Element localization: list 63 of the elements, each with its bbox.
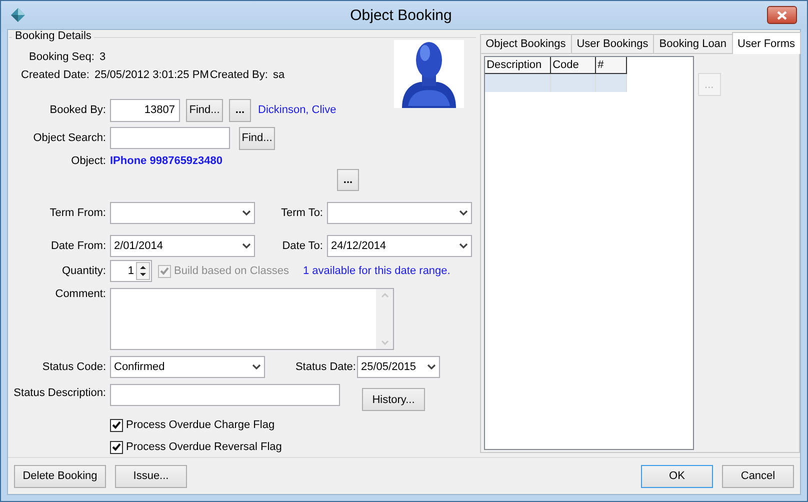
checkbox[interactable] (110, 440, 123, 454)
field-value: 25/05/2012 3:01:25 PM (94, 69, 209, 81)
delete-button[interactable]: Delete Booking (14, 464, 106, 488)
field-value: 3 (99, 51, 106, 63)
find-button[interactable]: Find... (239, 126, 275, 150)
checkbox-label[interactable]: Process Overdue Charge Flag (126, 419, 275, 431)
field-label: Booking Seq: (29, 51, 94, 63)
scroll-down-icon[interactable] (380, 340, 388, 345)
person-name-link[interactable]: Dickinson, Clive (258, 104, 336, 116)
field-label: Term To: (280, 207, 323, 219)
date-picker[interactable]: 24/12/2014 (327, 235, 472, 257)
chevron-down-icon (459, 243, 468, 249)
diamond-icon (11, 8, 25, 22)
field-label: Status Description: (13, 387, 106, 399)
chevron-down-icon (427, 364, 436, 370)
field-label: Date To: (281, 240, 323, 252)
field-label: Object Search: (32, 132, 106, 144)
checkbox-label[interactable]: Process Overdue Reversal Flag (126, 441, 282, 453)
issue-button[interactable]: Issue... (115, 464, 187, 488)
field-label: Date From: (50, 240, 106, 252)
history-button[interactable]: History... (362, 388, 425, 411)
field-label: Status Code: (41, 361, 106, 373)
object-name: IPhone 9987659z3480 (110, 155, 223, 167)
cancel-button[interactable]: Cancel (722, 464, 794, 488)
column-header[interactable]: Description (484, 57, 551, 74)
dropdown[interactable] (327, 202, 472, 224)
ok-button[interactable]: OK (641, 464, 713, 488)
comment-field[interactable] (110, 288, 394, 350)
scroll-up-icon[interactable] (380, 293, 388, 298)
tab[interactable]: Object Bookings (480, 34, 572, 53)
field-value: sa (272, 69, 285, 81)
chevron-down-icon (242, 243, 251, 249)
field-label: Created Date: (21, 69, 90, 81)
input-field[interactable] (110, 127, 230, 149)
group-title: Booking Details (12, 30, 94, 42)
date-picker[interactable]: 25/05/2015 (357, 356, 440, 378)
column-header[interactable]: # (596, 57, 627, 74)
field-label: Status Date: (294, 361, 356, 373)
find-button[interactable]: Find... (186, 98, 223, 122)
field-label: Quantity: (60, 265, 106, 277)
column-header[interactable]: Code (550, 57, 596, 74)
checkbox[interactable] (110, 418, 123, 432)
input-field[interactable]: 13807 (110, 98, 180, 122)
field-label: Booked By: (48, 104, 106, 116)
more-button[interactable]: ... (337, 169, 359, 191)
field-label: Term From: (48, 207, 106, 219)
tab[interactable]: User Forms (732, 32, 801, 54)
field-label: Comment: (54, 288, 106, 300)
chevron-down-icon (252, 364, 261, 370)
availability-text: 1 available for this date range. (302, 265, 450, 277)
chevron-down-icon (459, 210, 468, 216)
more-button[interactable]: ... (229, 98, 251, 122)
field-label: Created By: (210, 69, 268, 81)
chevron-down-icon (242, 210, 251, 216)
window-title: Object Booking (349, 6, 453, 24)
dropdown[interactable] (110, 202, 255, 224)
dropdown[interactable]: Confirmed (110, 356, 265, 378)
quantity-spinner[interactable]: 1 (110, 260, 152, 282)
input-field[interactable] (110, 384, 340, 406)
close-icon (777, 10, 787, 20)
close-button[interactable] (767, 6, 797, 24)
field-label: Object: (70, 155, 106, 167)
date-picker[interactable]: 2/01/2014 (110, 235, 255, 257)
